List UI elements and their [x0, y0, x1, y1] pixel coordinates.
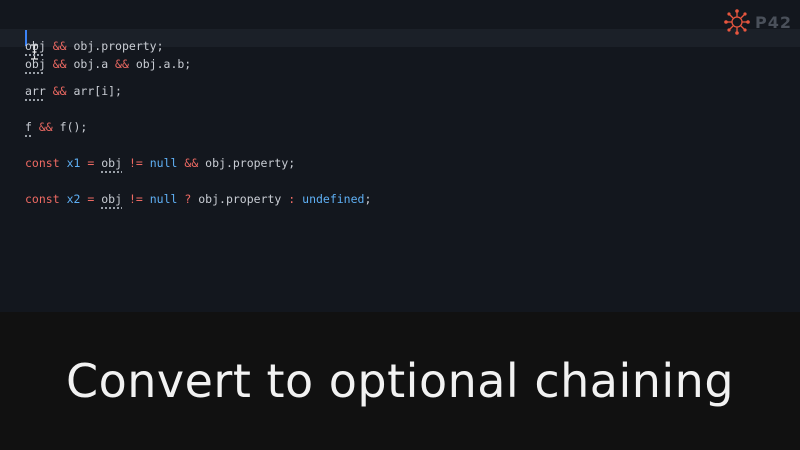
p42-logo-text: P42 [755, 12, 792, 32]
code-line-7: f && f(); [25, 118, 87, 136]
code-token: && [115, 57, 129, 71]
caption-bar: Convert to optional chaining [0, 312, 800, 450]
code-token: != [128, 192, 143, 206]
code-line-11: const x2 = obj != null ? obj.property : … [25, 190, 371, 208]
code-line-2: obj && obj.property; [25, 37, 164, 55]
code-token: arr [25, 84, 46, 98]
code-token: obj.a.b; [128, 57, 192, 71]
code-token: const [25, 192, 60, 206]
code-token: obj [101, 192, 123, 206]
code-token: x2 [66, 192, 81, 206]
code-token: && [52, 39, 67, 53]
code-token: obj.a [66, 57, 116, 71]
code-token: obj.property; [198, 156, 296, 170]
code-line-3: obj && obj.a && obj.a.b; [25, 55, 191, 73]
code-content[interactable]: obj && obj.property; obj && obj.a && obj… [25, 0, 371, 206]
code-token: f(); [52, 120, 88, 134]
code-token: obj.property; [66, 39, 164, 53]
code-editor[interactable]: obj && obj.property; obj && obj.a && obj… [0, 0, 800, 312]
code-token: && [52, 57, 67, 71]
video-frame: obj && obj.property; obj && obj.a && obj… [0, 0, 800, 450]
code-token: obj [25, 57, 46, 71]
p42-logo: P42 [722, 8, 792, 36]
code-token: f [25, 120, 32, 134]
code-token: null [149, 156, 178, 170]
code-token: x1 [66, 156, 81, 170]
p42-logo-mark-icon [724, 9, 750, 35]
code-token: && [184, 156, 199, 170]
code-line-9: const x1 = obj != null && obj.property; [25, 154, 295, 172]
code-token: obj [25, 39, 46, 53]
code-token: undefined [302, 192, 365, 206]
code-token: obj [101, 156, 123, 170]
code-token: arr[i]; [66, 84, 122, 98]
code-token: const [25, 156, 60, 170]
code-token: != [128, 156, 143, 170]
code-token: && [38, 120, 53, 134]
caption-text: Convert to optional chaining [65, 354, 735, 408]
code-token: null [149, 192, 178, 206]
code-token: obj.property [191, 192, 289, 206]
code-line-5: arr && arr[i]; [25, 82, 122, 100]
code-token: ; [364, 192, 372, 206]
code-token: && [52, 84, 67, 98]
